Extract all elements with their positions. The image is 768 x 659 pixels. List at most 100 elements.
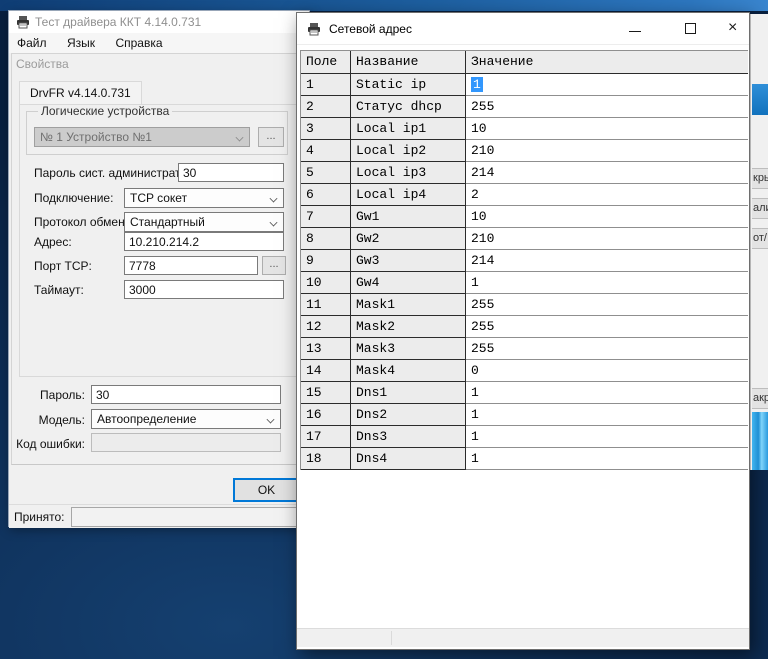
table-row[interactable]: 6Local ip42 [301, 184, 748, 206]
admin-password-input[interactable] [178, 163, 284, 182]
ok-button[interactable]: OK [233, 478, 300, 502]
cell-name[interactable]: Gw1 [351, 206, 466, 228]
table-row[interactable]: 15Dns11 [301, 382, 748, 404]
cell-field[interactable]: 10 [301, 272, 351, 294]
cell-name[interactable]: Static ip [351, 74, 466, 96]
cell-field[interactable]: 9 [301, 250, 351, 272]
cell-name[interactable]: Mask4 [351, 360, 466, 382]
cell-value[interactable]: 1 [466, 404, 748, 426]
table-row[interactable]: 8Gw2210 [301, 228, 748, 250]
password-input[interactable] [91, 385, 281, 404]
dialog-titlebar[interactable]: Сетевой адрес × [297, 13, 749, 45]
menu-help[interactable]: Справка [107, 33, 170, 53]
column-header-name: Название [351, 51, 466, 74]
cell-value[interactable]: 1 [466, 426, 748, 448]
cell-value[interactable]: 255 [466, 294, 748, 316]
cell-field[interactable]: 12 [301, 316, 351, 338]
table-row[interactable]: 5Local ip3214 [301, 162, 748, 184]
printer-icon [307, 22, 321, 36]
cell-field[interactable]: 1 [301, 74, 351, 96]
cell-field[interactable]: 5 [301, 162, 351, 184]
cell-value[interactable]: 210 [466, 140, 748, 162]
cell-value[interactable]: 1 [466, 448, 748, 470]
cell-value[interactable]: 1 [466, 74, 748, 96]
cell-field[interactable]: 13 [301, 338, 351, 360]
cell-name[interactable]: Dns3 [351, 426, 466, 448]
protocol-select-value: Стандартный [130, 215, 205, 229]
cell-name[interactable]: Local ip2 [351, 140, 466, 162]
cell-name[interactable]: Dns1 [351, 382, 466, 404]
cell-name[interactable]: Статус dhcp [351, 96, 466, 118]
cell-value[interactable]: 255 [466, 338, 748, 360]
address-input[interactable] [124, 232, 284, 251]
cell-field[interactable]: 8 [301, 228, 351, 250]
cell-name[interactable]: Mask2 [351, 316, 466, 338]
cell-field[interactable]: 14 [301, 360, 351, 382]
cell-value[interactable]: 214 [466, 250, 748, 272]
clipped-button-fragment: али [752, 198, 768, 219]
cell-name[interactable]: Local ip3 [351, 162, 466, 184]
selected-value[interactable]: 1 [471, 77, 483, 92]
cell-field[interactable]: 4 [301, 140, 351, 162]
cell-field[interactable]: 18 [301, 448, 351, 470]
cell-name[interactable]: Dns2 [351, 404, 466, 426]
tcp-port-browse-button[interactable]: ... [262, 256, 286, 275]
table-row[interactable]: 18Dns41 [301, 448, 748, 470]
cell-name[interactable]: Gw2 [351, 228, 466, 250]
table-row[interactable]: 2Статус dhcp255 [301, 96, 748, 118]
table-row[interactable]: 1Static ip1 [301, 74, 748, 96]
cell-field[interactable]: 2 [301, 96, 351, 118]
table-row[interactable]: 11Mask1255 [301, 294, 748, 316]
maximize-button[interactable] [679, 19, 705, 39]
cell-field[interactable]: 7 [301, 206, 351, 228]
table-row[interactable]: 17Dns31 [301, 426, 748, 448]
main-titlebar[interactable]: Тест драйвера ККТ 4.14.0.731 [9, 11, 309, 33]
table-row[interactable]: 14Mask40 [301, 360, 748, 382]
cell-field[interactable]: 3 [301, 118, 351, 140]
table-row[interactable]: 10Gw41 [301, 272, 748, 294]
cell-field[interactable]: 11 [301, 294, 351, 316]
timeout-input[interactable] [124, 280, 284, 299]
table-row[interactable]: 12Mask2255 [301, 316, 748, 338]
cell-name[interactable]: Mask1 [351, 294, 466, 316]
cell-value[interactable]: 10 [466, 118, 748, 140]
cell-field[interactable]: 16 [301, 404, 351, 426]
cell-value[interactable]: 2 [466, 184, 748, 206]
table-row[interactable]: 7Gw110 [301, 206, 748, 228]
cell-name[interactable]: Local ip4 [351, 184, 466, 206]
cell-value[interactable]: 0 [466, 360, 748, 382]
minimize-button[interactable] [623, 19, 649, 39]
menu-language[interactable]: Язык [59, 33, 103, 53]
cell-name[interactable]: Dns4 [351, 448, 466, 470]
cell-value[interactable]: 10 [466, 206, 748, 228]
cell-value[interactable]: 255 [466, 96, 748, 118]
cell-field[interactable]: 15 [301, 382, 351, 404]
model-select[interactable]: Автоопределение [91, 409, 281, 429]
tab-drvfr[interactable]: DrvFR v4.14.0.731 [19, 81, 142, 105]
cell-name[interactable]: Gw3 [351, 250, 466, 272]
menu-file[interactable]: Файл [9, 33, 55, 53]
cell-field[interactable]: 17 [301, 426, 351, 448]
close-button[interactable]: × [725, 19, 751, 39]
device-browse-button[interactable]: ... [258, 127, 284, 147]
cell-name[interactable]: Mask3 [351, 338, 466, 360]
table-row[interactable]: 13Mask3255 [301, 338, 748, 360]
cell-field[interactable]: 6 [301, 184, 351, 206]
cell-name[interactable]: Local ip1 [351, 118, 466, 140]
cell-value[interactable]: 210 [466, 228, 748, 250]
table-row[interactable]: 9Gw3214 [301, 250, 748, 272]
table-row[interactable]: 4Local ip2210 [301, 140, 748, 162]
cell-value[interactable]: 255 [466, 316, 748, 338]
table-row[interactable]: 16Dns21 [301, 404, 748, 426]
protocol-select[interactable]: Стандартный [124, 212, 284, 232]
tcp-port-input[interactable] [124, 256, 258, 275]
cell-value[interactable]: 1 [466, 272, 748, 294]
cell-name[interactable]: Gw4 [351, 272, 466, 294]
properties-caption: Свойства [16, 57, 69, 71]
table-row[interactable]: 3Local ip110 [301, 118, 748, 140]
connection-select[interactable]: TCP сокет [124, 188, 284, 208]
cell-value[interactable]: 1 [466, 382, 748, 404]
device-select[interactable]: № 1 Устройство №1 [34, 127, 250, 147]
cell-value[interactable]: 214 [466, 162, 748, 184]
close-icon: × [728, 19, 737, 37]
